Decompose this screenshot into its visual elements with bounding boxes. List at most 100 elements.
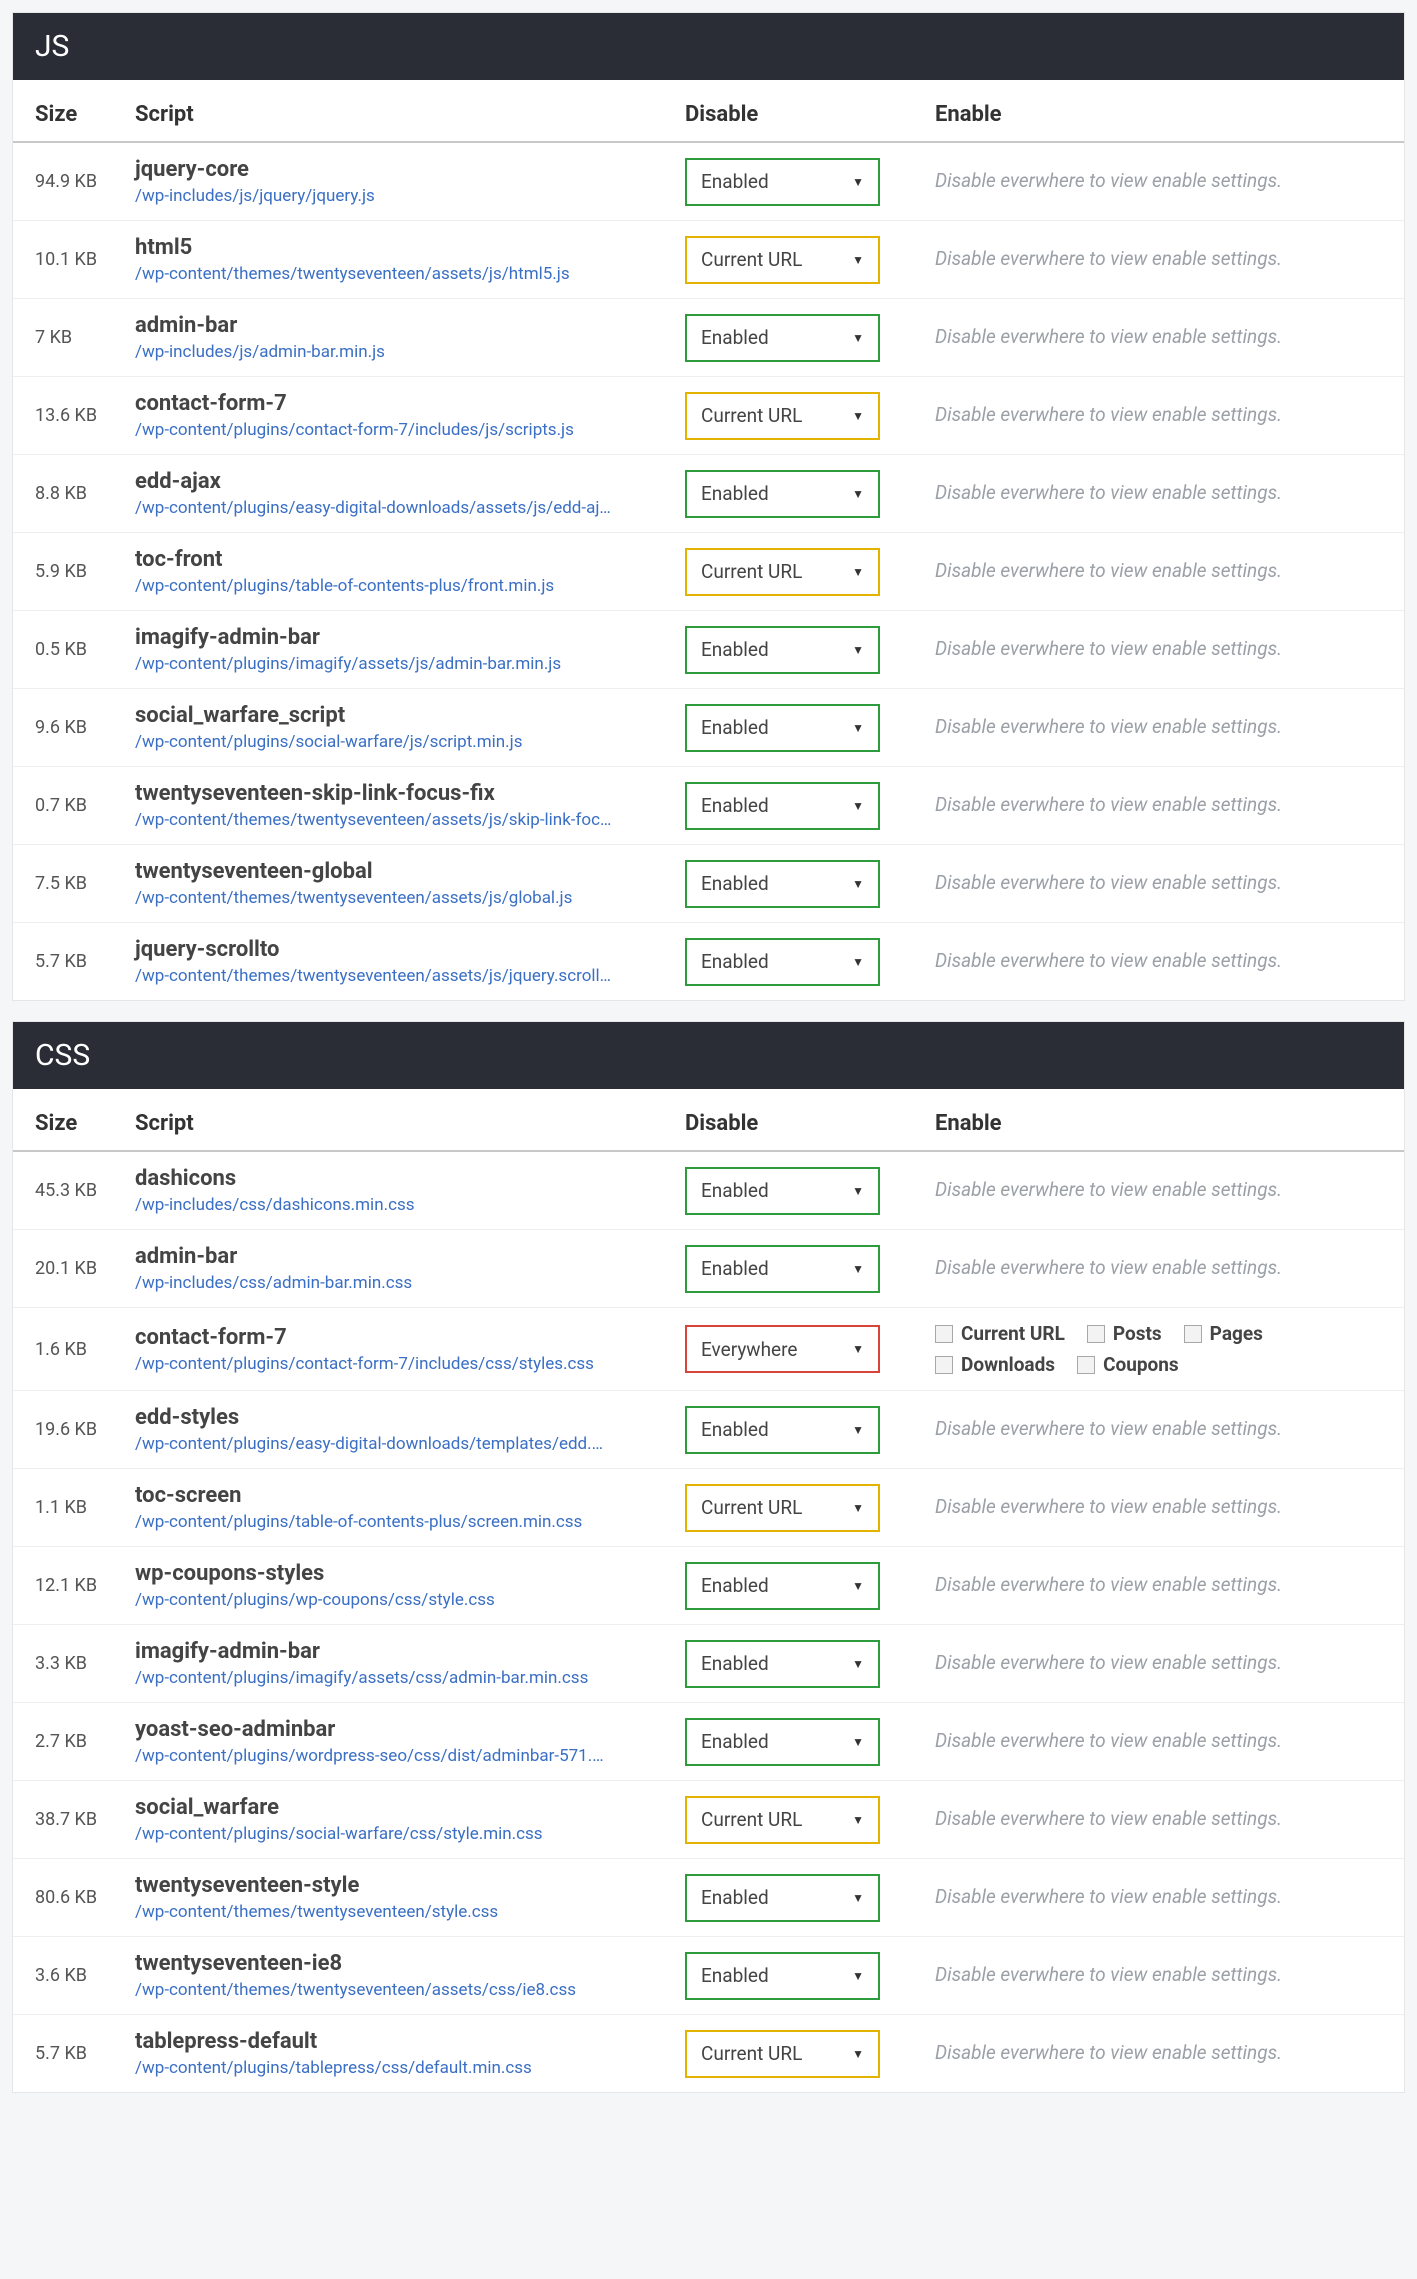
script-name: tablepress-default — [135, 2029, 661, 2054]
disable-select[interactable]: Enabled ▼ — [685, 1562, 880, 1610]
script-path-link[interactable]: /wp-content/themes/twentyseventeen/asset… — [135, 810, 661, 830]
script-name: dashicons — [135, 1166, 661, 1191]
disable-select[interactable]: Enabled ▼ — [685, 1718, 880, 1766]
size-cell: 0.7 KB — [13, 767, 123, 845]
disable-select[interactable]: Enabled ▼ — [685, 704, 880, 752]
disable-select[interactable]: Enabled ▼ — [685, 1245, 880, 1293]
disable-select[interactable]: Current URL ▼ — [685, 392, 880, 440]
enable-cell: Disable everwhere to view enable setting… — [923, 2015, 1404, 2093]
script-path-link[interactable]: /wp-content/plugins/imagify/assets/js/ad… — [135, 654, 661, 674]
disable-select[interactable]: Enabled ▼ — [685, 314, 880, 362]
disable-select[interactable]: Enabled ▼ — [685, 1640, 880, 1688]
size-cell: 1.6 KB — [13, 1308, 123, 1391]
chevron-down-icon: ▼ — [852, 409, 864, 423]
enable-note: Disable everwhere to view enable setting… — [935, 324, 1392, 351]
script-path-link[interactable]: /wp-content/plugins/imagify/assets/css/a… — [135, 1668, 661, 1688]
size-cell: 3.3 KB — [13, 1625, 123, 1703]
chevron-down-icon: ▼ — [852, 1579, 864, 1593]
checkbox-icon — [935, 1325, 953, 1343]
script-path-link[interactable]: /wp-content/themes/twentyseventeen/asset… — [135, 264, 661, 284]
enable-option-0[interactable]: Current URL — [935, 1322, 1065, 1345]
col-header-script: Script — [123, 1089, 673, 1151]
script-path-link[interactable]: /wp-content/plugins/table-of-contents-pl… — [135, 576, 661, 596]
script-cell: edd-styles /wp-content/plugins/easy-digi… — [123, 1391, 673, 1469]
script-path-link[interactable]: /wp-content/plugins/wordpress-seo/css/di… — [135, 1746, 661, 1766]
disable-cell: Enabled ▼ — [673, 1625, 923, 1703]
script-path-link[interactable]: /wp-includes/css/admin-bar.min.css — [135, 1273, 661, 1293]
disable-cell: Enabled ▼ — [673, 299, 923, 377]
chevron-down-icon: ▼ — [852, 565, 864, 579]
table-row: 5.7 KB tablepress-default /wp-content/pl… — [13, 2015, 1404, 2093]
disable-select[interactable]: Current URL ▼ — [685, 2030, 880, 2078]
enable-option-2[interactable]: Pages — [1184, 1322, 1263, 1345]
script-path-link[interactable]: /wp-content/plugins/contact-form-7/inclu… — [135, 1354, 661, 1374]
script-path-link[interactable]: /wp-content/themes/twentyseventeen/asset… — [135, 966, 661, 986]
disable-select[interactable]: Current URL ▼ — [685, 548, 880, 596]
size-cell: 94.9 KB — [13, 142, 123, 221]
script-path-link[interactable]: /wp-content/plugins/social-warfare/css/s… — [135, 1824, 661, 1844]
script-path-link[interactable]: /wp-content/plugins/easy-digital-downloa… — [135, 1434, 661, 1454]
script-path-link[interactable]: /wp-content/plugins/easy-digital-downloa… — [135, 498, 661, 518]
script-path-link[interactable]: /wp-includes/js/admin-bar.min.js — [135, 342, 661, 362]
enable-cell: Disable everwhere to view enable setting… — [923, 1703, 1404, 1781]
script-cell: edd-ajax /wp-content/plugins/easy-digita… — [123, 455, 673, 533]
disable-cell: Everywhere ▼ — [673, 1308, 923, 1391]
script-path-link[interactable]: /wp-content/plugins/table-of-contents-pl… — [135, 1512, 661, 1532]
enable-option-4[interactable]: Coupons — [1077, 1353, 1179, 1376]
chevron-down-icon: ▼ — [852, 331, 864, 345]
script-path-link[interactable]: /wp-content/plugins/contact-form-7/inclu… — [135, 420, 661, 440]
script-path-link[interactable]: /wp-includes/css/dashicons.min.css — [135, 1195, 661, 1215]
disable-select[interactable]: Enabled ▼ — [685, 1406, 880, 1454]
table-row: 9.6 KB social_warfare_script /wp-content… — [13, 689, 1404, 767]
enable-option-3[interactable]: Downloads — [935, 1353, 1055, 1376]
disable-select-value: Everywhere — [701, 1338, 844, 1361]
disable-select[interactable]: Current URL ▼ — [685, 236, 880, 284]
size-cell: 9.6 KB — [13, 689, 123, 767]
disable-select[interactable]: Enabled ▼ — [685, 782, 880, 830]
disable-select[interactable]: Enabled ▼ — [685, 626, 880, 674]
script-name: imagify-admin-bar — [135, 1639, 661, 1664]
disable-select[interactable]: Current URL ▼ — [685, 1484, 880, 1532]
disable-select[interactable]: Enabled ▼ — [685, 860, 880, 908]
disable-select[interactable]: Current URL ▼ — [685, 1796, 880, 1844]
disable-select[interactable]: Enabled ▼ — [685, 1874, 880, 1922]
script-path-link[interactable]: /wp-content/themes/twentyseventeen/asset… — [135, 1980, 661, 2000]
enable-cell: Disable everwhere to view enable setting… — [923, 767, 1404, 845]
size-cell: 80.6 KB — [13, 1859, 123, 1937]
enable-note: Disable everwhere to view enable setting… — [935, 1806, 1392, 1833]
enable-cell: Disable everwhere to view enable setting… — [923, 533, 1404, 611]
table-row: 0.7 KB twentyseventeen-skip-link-focus-f… — [13, 767, 1404, 845]
script-cell: twentyseventeen-style /wp-content/themes… — [123, 1859, 673, 1937]
disable-select-value: Enabled — [701, 716, 844, 739]
enable-cell: Disable everwhere to view enable setting… — [923, 1230, 1404, 1308]
col-header-enable: Enable — [923, 1089, 1404, 1151]
disable-select[interactable]: Enabled ▼ — [685, 1952, 880, 2000]
enable-note: Disable everwhere to view enable setting… — [935, 1177, 1392, 1204]
disable-select-value: Enabled — [701, 794, 844, 817]
enable-note: Disable everwhere to view enable setting… — [935, 714, 1392, 741]
disable-cell: Enabled ▼ — [673, 845, 923, 923]
disable-select[interactable]: Enabled ▼ — [685, 938, 880, 986]
disable-select[interactable]: Enabled ▼ — [685, 470, 880, 518]
script-path-link[interactable]: /wp-content/plugins/wp-coupons/css/style… — [135, 1590, 661, 1610]
enable-cell: Disable everwhere to view enable setting… — [923, 845, 1404, 923]
enable-note: Disable everwhere to view enable setting… — [935, 792, 1392, 819]
size-cell: 0.5 KB — [13, 611, 123, 689]
script-path-link[interactable]: /wp-content/plugins/tablepress/css/defau… — [135, 2058, 661, 2078]
enable-option-label: Posts — [1113, 1322, 1162, 1345]
enable-option-1[interactable]: Posts — [1087, 1322, 1162, 1345]
checkbox-icon — [935, 1356, 953, 1374]
disable-select[interactable]: Enabled ▼ — [685, 1167, 880, 1215]
enable-cell: Disable everwhere to view enable setting… — [923, 1547, 1404, 1625]
table-row: 12.1 KB wp-coupons-styles /wp-content/pl… — [13, 1547, 1404, 1625]
script-path-link[interactable]: /wp-content/themes/twentyseventeen/style… — [135, 1902, 661, 1922]
script-path-link[interactable]: /wp-content/plugins/social-warfare/js/sc… — [135, 732, 661, 752]
disable-select[interactable]: Everywhere ▼ — [685, 1325, 880, 1373]
script-path-link[interactable]: /wp-content/themes/twentyseventeen/asset… — [135, 888, 661, 908]
size-cell: 8.8 KB — [13, 455, 123, 533]
disable-cell: Enabled ▼ — [673, 689, 923, 767]
enable-cell: Disable everwhere to view enable setting… — [923, 1151, 1404, 1230]
script-path-link[interactable]: /wp-includes/js/jquery/jquery.js — [135, 186, 661, 206]
disable-select-value: Enabled — [701, 1730, 844, 1753]
disable-select[interactable]: Enabled ▼ — [685, 158, 880, 206]
